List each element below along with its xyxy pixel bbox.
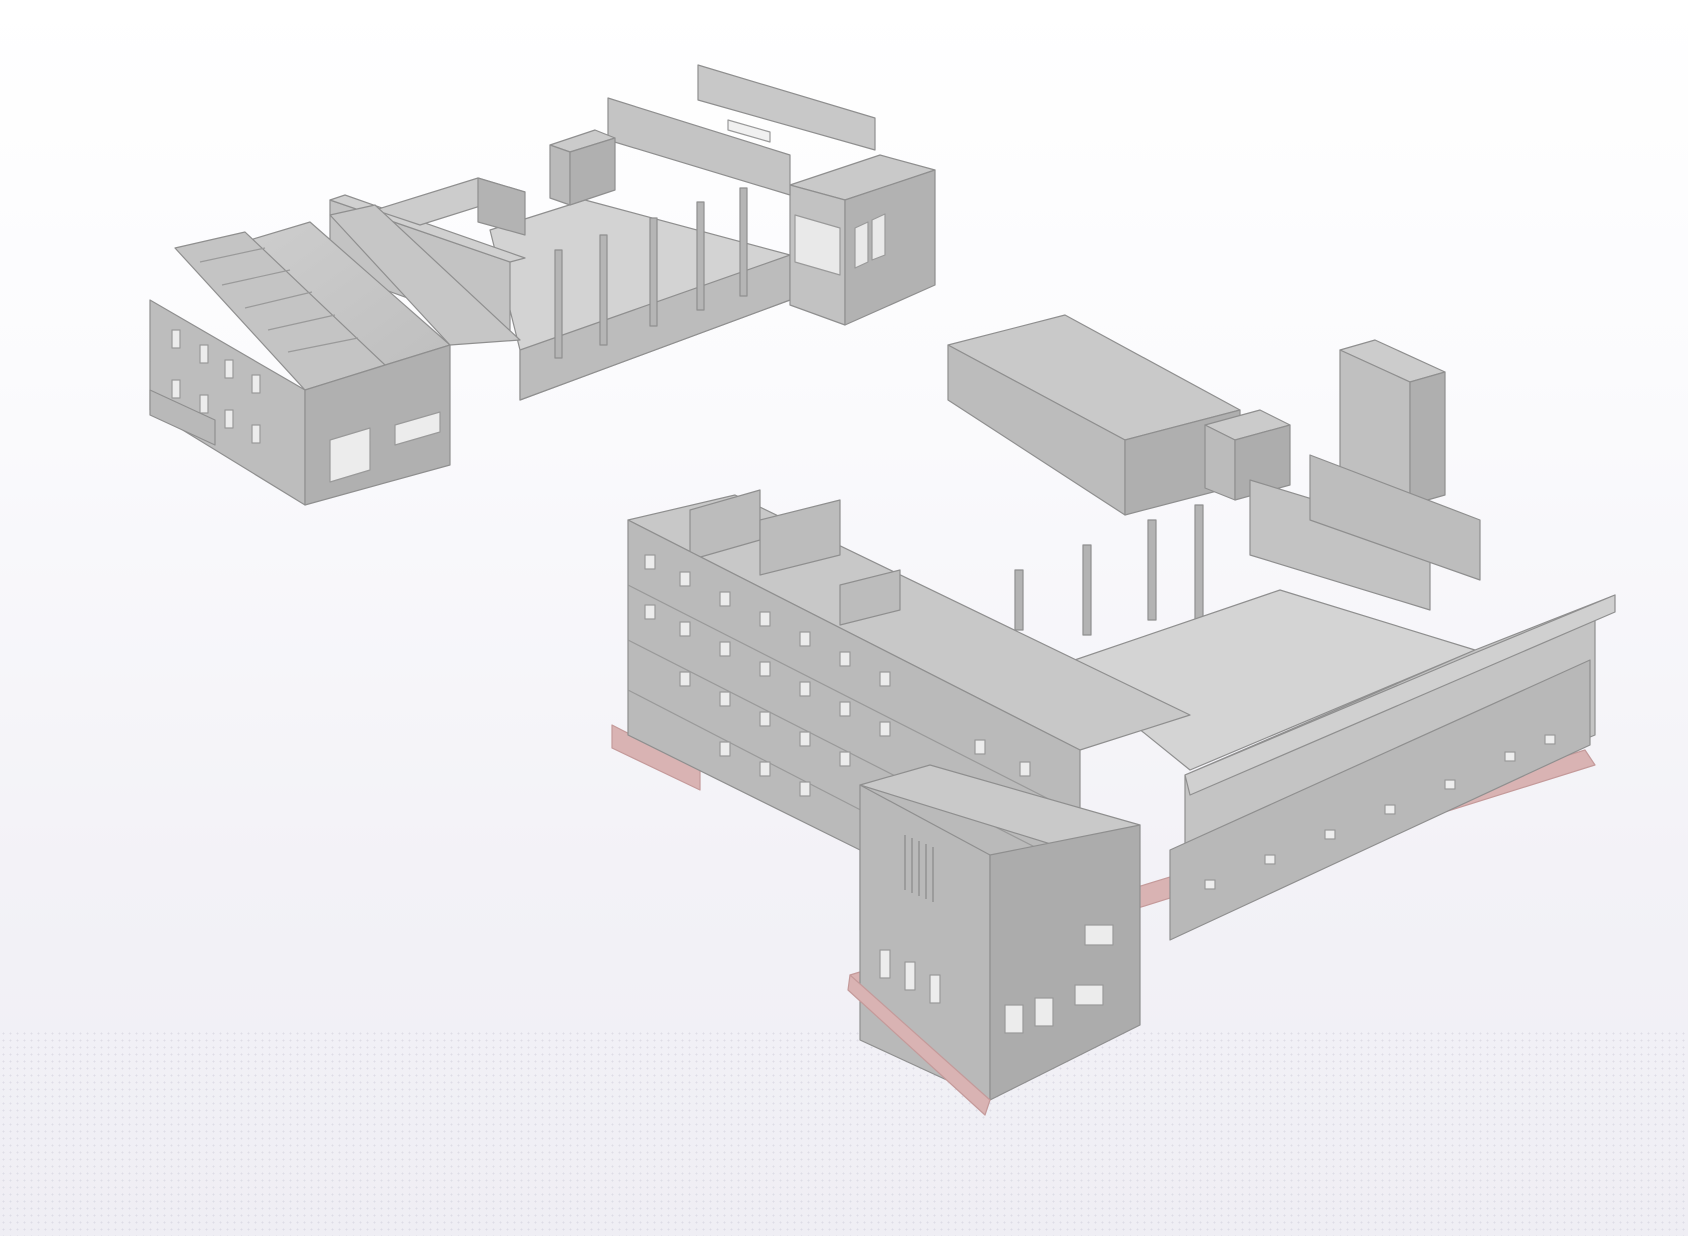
mid-block-side	[477, 177, 526, 236]
building-lower-right[interactable]	[611, 314, 1616, 1116]
building-model[interactable]	[0, 0, 1688, 1236]
tower-side	[1409, 371, 1446, 506]
building-upper-left[interactable]	[149, 64, 936, 506]
corner-block-side	[989, 824, 1141, 1101]
small-block-front	[549, 144, 571, 206]
hanging-posts	[1014, 504, 1204, 636]
3d-viewport[interactable]	[0, 0, 1688, 1236]
